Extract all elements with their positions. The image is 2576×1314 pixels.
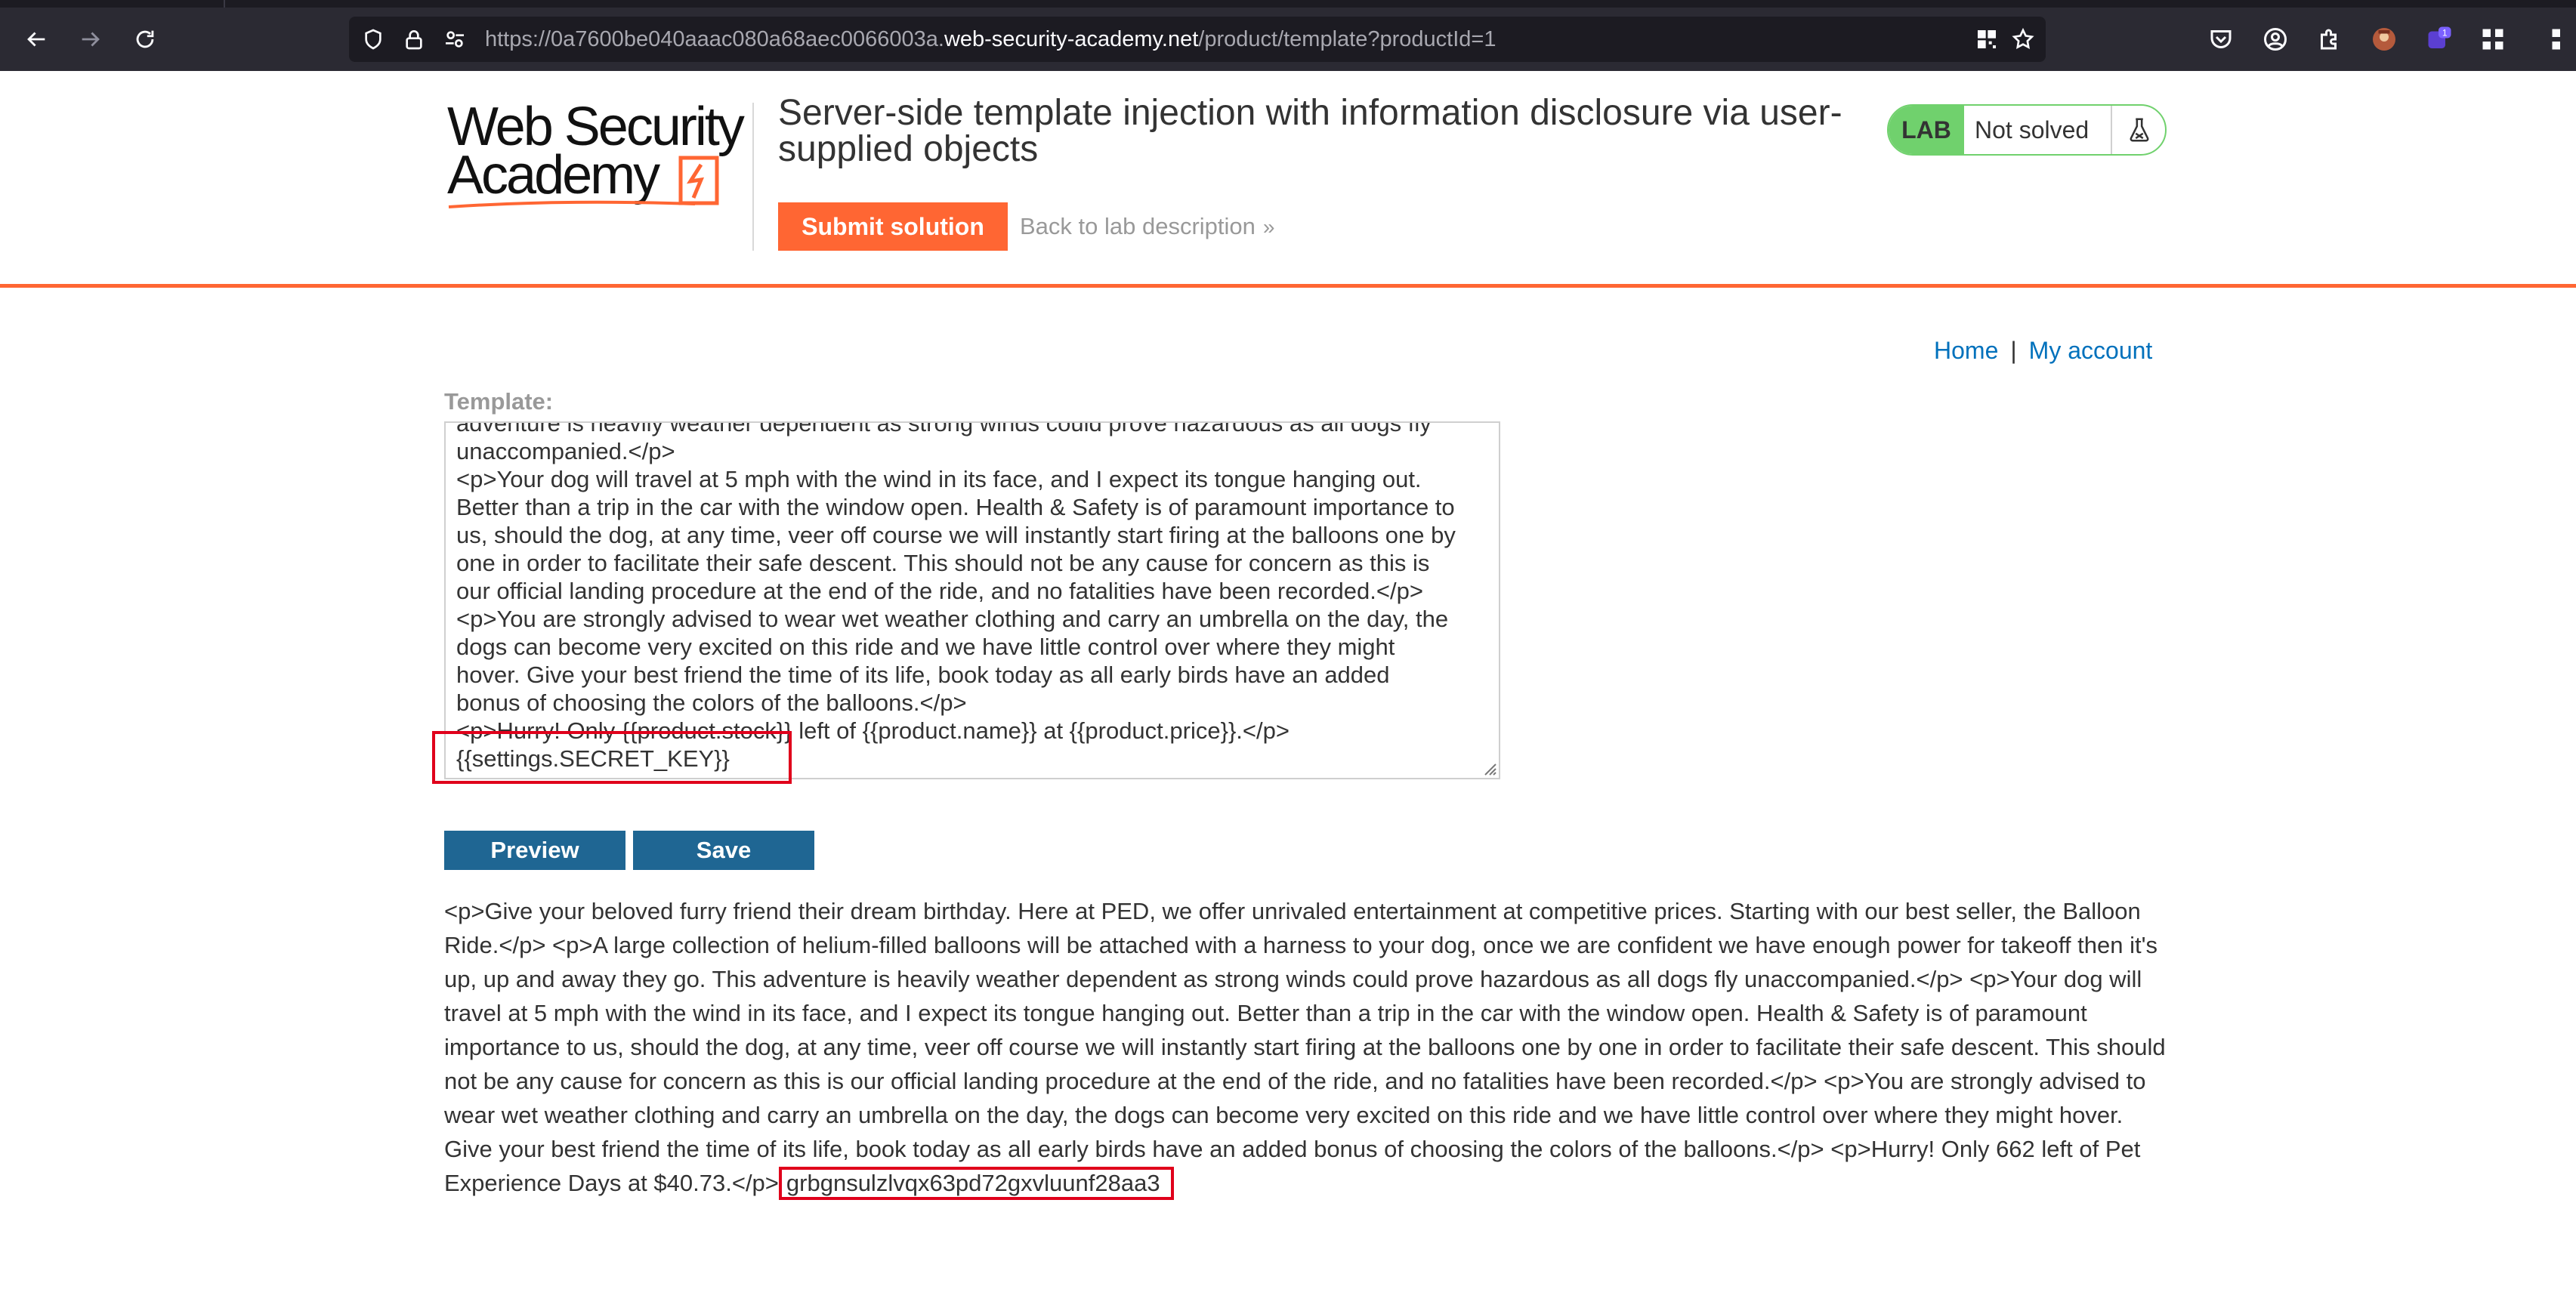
browser-toolbar: https://0a7600be040aaac080a68aec0066003a… — [0, 8, 2576, 71]
bookmark-star-icon[interactable] — [2011, 27, 2035, 51]
template-line: dogs can become very excited on this rid… — [456, 634, 1395, 660]
template-label: Template: — [444, 388, 554, 415]
back-arrow-icon[interactable] — [15, 18, 57, 60]
save-button[interactable]: Save — [633, 831, 814, 870]
header-orange-rule — [0, 284, 2576, 288]
lab-badge: LAB — [1889, 106, 1964, 154]
extension-notification-icon[interactable]: 1 — [2423, 24, 2454, 54]
back-to-lab-description-link[interactable]: Back to lab description» — [1020, 202, 1274, 251]
secret-key-value: grbgnsulzlvqx63pd72gxvluunf28aa3 — [778, 1167, 1174, 1200]
pocket-icon[interactable] — [2206, 24, 2236, 54]
resize-grip-icon[interactable] — [1481, 760, 1497, 776]
template-line: us, should the dog, at any time, veer of… — [456, 522, 1456, 548]
lab-title: Server-side template injection with info… — [778, 93, 1842, 169]
url-text[interactable]: https://0a7600be040aaac080a68aec0066003a… — [485, 17, 1496, 62]
qr-code-icon[interactable] — [1975, 27, 1999, 51]
nav-separator: | — [2010, 337, 2017, 364]
preview-text: <p>Give your beloved furry friend their … — [444, 898, 2166, 1196]
extension-avatar-icon[interactable] — [2369, 24, 2399, 54]
secret-key-expression-highlight — [432, 731, 792, 784]
account-icon[interactable] — [2260, 24, 2290, 54]
lab-status-widget: LAB Not solved — [1887, 104, 2167, 156]
template-line: our official landing procedure at the en… — [456, 578, 1423, 604]
overflow-menu-icon[interactable] — [2549, 24, 2576, 54]
my-account-link[interactable]: My account — [2029, 337, 2153, 364]
forward-arrow-icon[interactable] — [69, 18, 112, 60]
logo-line2: Academy — [447, 145, 660, 205]
url-domain: web-security-academy.net — [944, 27, 1199, 51]
template-line: adventure is heavily weather dependent a… — [456, 421, 1432, 436]
template-textarea[interactable]: adventure is heavily weather dependent a… — [444, 421, 1500, 779]
template-line: one in order to facilitate their safe de… — [456, 550, 1430, 576]
submit-solution-button[interactable]: Submit solution — [778, 202, 1008, 251]
back-link-label: Back to lab description — [1020, 213, 1256, 239]
logo-bolt-icon — [678, 156, 719, 205]
lock-icon[interactable] — [402, 27, 426, 51]
url-path: /product/template?productId=1 — [1198, 27, 1496, 51]
header-divider — [752, 103, 754, 251]
extensions-puzzle-icon[interactable] — [2315, 24, 2345, 54]
preview-button[interactable]: Preview — [444, 831, 625, 870]
tab-divider — [224, 0, 225, 8]
template-content: adventure is heavily weather dependent a… — [456, 421, 1491, 773]
lab-status-text: Not solved — [1975, 116, 2090, 143]
template-line: hover. Give your best friend the time of… — [456, 662, 1390, 688]
site-permissions-icon[interactable] — [443, 27, 467, 51]
apps-grid-icon[interactable] — [2478, 24, 2508, 54]
template-line: Better than a trip in the car with the w… — [456, 494, 1455, 520]
template-line: <p>Your dog will travel at 5 mph with th… — [456, 466, 1422, 492]
svg-text:1: 1 — [2442, 28, 2448, 39]
web-security-academy-logo[interactable]: Web Security Academy — [447, 100, 749, 213]
preview-output: <p>Give your beloved furry friend their … — [444, 894, 2167, 1200]
double-chevron-right-icon: » — [1262, 215, 1275, 239]
template-line: unaccompanied.</p> — [456, 438, 675, 464]
logo-swoosh-icon — [448, 200, 696, 208]
shield-icon[interactable] — [361, 27, 385, 51]
address-bar[interactable]: https://0a7600be040aaac080a68aec0066003a… — [349, 17, 2046, 62]
template-line: bonus of choosing the colors of the ball… — [456, 689, 967, 716]
reload-icon[interactable] — [124, 18, 166, 60]
top-navigation: Home | My account — [1934, 335, 2152, 366]
browser-tab-strip — [0, 0, 2576, 8]
template-line: <p>You are strongly advised to wear wet … — [456, 606, 1449, 632]
flask-icon — [2111, 106, 2165, 154]
home-link[interactable]: Home — [1934, 337, 1998, 364]
url-prefix: https://0a7600be040aaac080a68aec0066003a… — [485, 27, 944, 51]
